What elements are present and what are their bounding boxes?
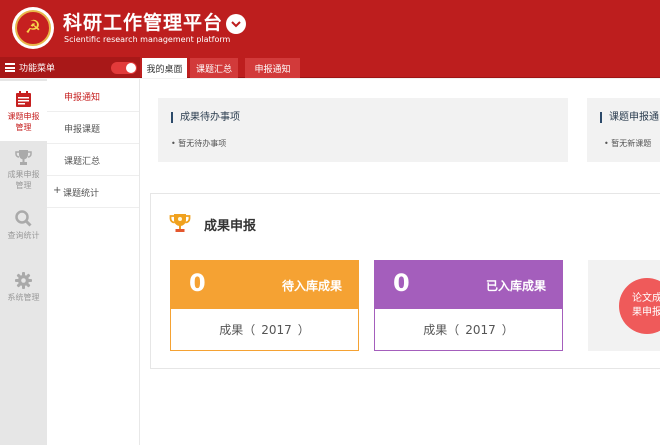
results-application-panel: 成果申报 0 待入库成果 成果（ 2017 ） 0 已入库成果 成果（ 2017 ） 论… bbox=[150, 193, 660, 369]
submenu-item-application-notice[interactable]: 申报通知 bbox=[47, 80, 139, 112]
pending-results-count: 0 bbox=[189, 269, 206, 297]
results-todo-title: 成果待办事项 bbox=[171, 112, 240, 123]
topic-notice-body: • 暂无新课题 bbox=[604, 139, 652, 148]
results-todo-card: 成果待办事项 • 暂无待办事项 bbox=[158, 98, 568, 162]
footer-close: ） bbox=[501, 323, 514, 337]
app-title: 科研工作管理平台 bbox=[63, 12, 224, 34]
submenu-item-label: 课题统计 bbox=[63, 189, 100, 199]
app-subtitle: Scientific research management platform bbox=[64, 35, 231, 44]
list-icon bbox=[5, 63, 15, 72]
sidebar-item-query-statistics[interactable]: 查询统计 bbox=[0, 210, 47, 250]
stored-results-header: 0 已入库成果 bbox=[375, 261, 562, 309]
paper-results-label: 论文成果申报 bbox=[632, 293, 660, 318]
sidebar-item-label: 成果申报管理 bbox=[7, 170, 40, 190]
pending-results-card[interactable]: 0 待入库成果 成果（ 2017 ） bbox=[170, 260, 359, 351]
topic-notice-card: 课题申报通 • 暂无新课题 bbox=[587, 98, 660, 162]
sidebar-item-results-application[interactable]: 成果申报管理 bbox=[0, 149, 47, 199]
tab-application-notice[interactable]: 申报通知 bbox=[245, 58, 300, 78]
stored-results-card[interactable]: 0 已入库成果 成果（ 2017 ） bbox=[374, 260, 563, 351]
footer-year: 2017 bbox=[261, 323, 292, 337]
trophy-icon bbox=[15, 150, 32, 165]
pending-results-header: 0 待入库成果 bbox=[171, 261, 358, 309]
stored-results-footer: 成果（ 2017 ） bbox=[375, 309, 562, 352]
gear-icon bbox=[15, 272, 32, 289]
trophy-icon bbox=[169, 214, 191, 232]
footer-close: ） bbox=[297, 323, 310, 337]
stored-results-count: 0 bbox=[393, 269, 410, 297]
submenu-item-topic-summary[interactable]: 课题汇总 bbox=[47, 144, 139, 176]
sub-menu: 申报通知 申报课题 课题汇总 + 课题统计 bbox=[47, 79, 140, 445]
function-menu-label: 功能菜单 bbox=[19, 64, 56, 74]
results-panel-title: 成果申报 bbox=[204, 219, 257, 234]
paper-results-card: 论文成果申报 bbox=[588, 260, 660, 351]
icon-sidebar: 课题申报管理 成果申报管理 查询统计 系统管理 bbox=[0, 79, 47, 445]
submenu-item-apply-topic[interactable]: 申报课题 bbox=[47, 112, 139, 144]
menu-toggle-switch[interactable] bbox=[111, 62, 137, 74]
header-dropdown-button[interactable] bbox=[226, 14, 246, 34]
sidebar-item-label: 查询统计 bbox=[7, 231, 40, 240]
expand-plus-icon: + bbox=[53, 185, 62, 196]
sidebar-item-label: 课题申报管理 bbox=[7, 112, 40, 132]
main-content: 成果待办事项 • 暂无待办事项 课题申报通 • 暂无新课题 成果申报 0 待入库… bbox=[140, 79, 660, 445]
menu-bar: 功能菜单 我的桌面 课题汇总 申报通知 bbox=[0, 57, 660, 78]
calendar-icon bbox=[16, 91, 31, 107]
tab-topic-summary[interactable]: 课题汇总 bbox=[190, 58, 238, 78]
topic-notice-title: 课题申报通 bbox=[600, 112, 659, 123]
footer-label: 成果（ bbox=[423, 323, 460, 337]
results-todo-body: • 暂无待办事项 bbox=[171, 139, 227, 148]
sidebar-item-system-management[interactable]: 系统管理 bbox=[0, 272, 47, 312]
submenu-item-topic-statistics[interactable]: + 课题统计 bbox=[47, 176, 139, 208]
search-icon bbox=[15, 210, 32, 227]
sidebar-item-topic-application[interactable]: 课题申报管理 bbox=[0, 81, 47, 141]
pending-results-label: 待入库成果 bbox=[281, 279, 342, 293]
party-emblem-logo: ☭ bbox=[12, 7, 54, 49]
pending-results-footer: 成果（ 2017 ） bbox=[171, 309, 358, 352]
paper-results-application-button[interactable]: 论文成果申报 bbox=[619, 278, 660, 334]
function-menu-header: 功能菜单 bbox=[0, 57, 140, 78]
chevron-down-icon bbox=[231, 21, 241, 28]
footer-year: 2017 bbox=[465, 323, 496, 337]
footer-label: 成果（ bbox=[219, 323, 256, 337]
app-header: ☭ 科研工作管理平台 Scientific research managemen… bbox=[0, 0, 660, 57]
tab-my-desktop[interactable]: 我的桌面 bbox=[142, 58, 187, 78]
stored-results-label: 已入库成果 bbox=[485, 279, 546, 293]
sidebar-item-label: 系统管理 bbox=[7, 293, 40, 302]
